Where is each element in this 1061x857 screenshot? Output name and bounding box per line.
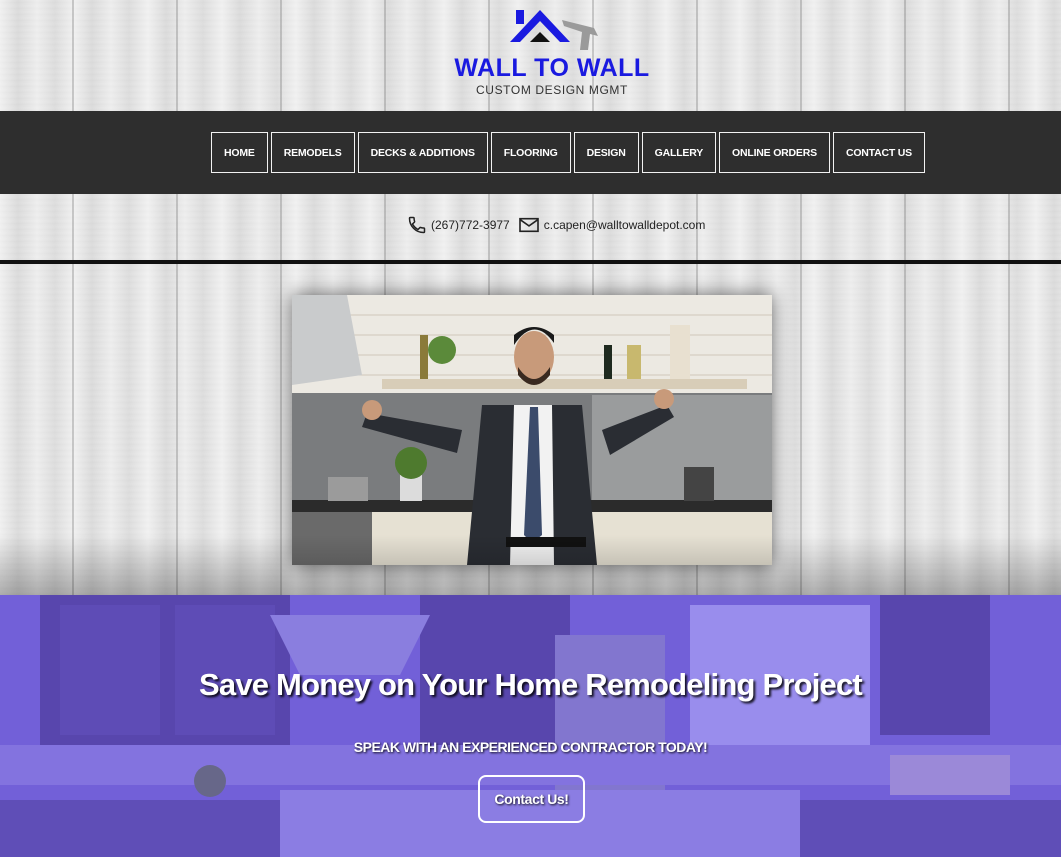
site-logo[interactable]: WALL TO WALL CUSTOM DESIGN MGMT [450, 6, 660, 97]
brand-tagline: CUSTOM DESIGN MGMT [476, 83, 628, 97]
nav-item-contact-us[interactable]: CONTACT US [832, 132, 925, 173]
main-nav: HOME REMODELS DECKS & ADDITIONS FLOORING… [0, 111, 1061, 194]
nav-item-remodels[interactable]: REMODELS [270, 132, 355, 173]
site-header: WALL TO WALL CUSTOM DESIGN MGMT [0, 0, 1061, 111]
brand-name: WALL TO WALL [454, 54, 650, 82]
email-address[interactable]: c.capen@walltowalldepot.com [544, 218, 706, 232]
nav-item-online-orders[interactable]: ONLINE ORDERS [719, 132, 830, 173]
contact-bar: (267)772-3977 c.capen@walltowalldepot.co… [0, 194, 1061, 260]
nav-item-home[interactable]: HOME [211, 132, 268, 173]
video-section [0, 264, 1061, 595]
nav-item-design[interactable]: DESIGN [573, 132, 639, 173]
contact-line: (267)772-3977 c.capen@walltowalldepot.co… [407, 213, 705, 237]
house-logo-icon [510, 10, 598, 50]
hero-banner: Save Money on Your Home Remodeling Proje… [0, 595, 1061, 857]
phone-number[interactable]: (267)772-3977 [431, 218, 510, 232]
nav-item-flooring[interactable]: FLOORING [490, 132, 571, 173]
video-still-image [292, 295, 772, 565]
envelope-icon [518, 217, 539, 233]
kitchen-video[interactable] [292, 295, 772, 565]
nav-item-decks-additions[interactable]: DECKS & ADDITIONS [357, 132, 488, 173]
hero-subtitle: SPEAK WITH AN EXPERIENCED CONTRACTOR TOD… [353, 739, 708, 755]
nav-list: HOME REMODELS DECKS & ADDITIONS FLOORING… [211, 132, 925, 173]
phone-icon [408, 216, 426, 234]
contact-us-button[interactable]: Contact Us! [478, 775, 585, 823]
nav-item-gallery[interactable]: GALLERY [641, 132, 717, 173]
hero-title: Save Money on Your Home Remodeling Proje… [199, 667, 863, 702]
